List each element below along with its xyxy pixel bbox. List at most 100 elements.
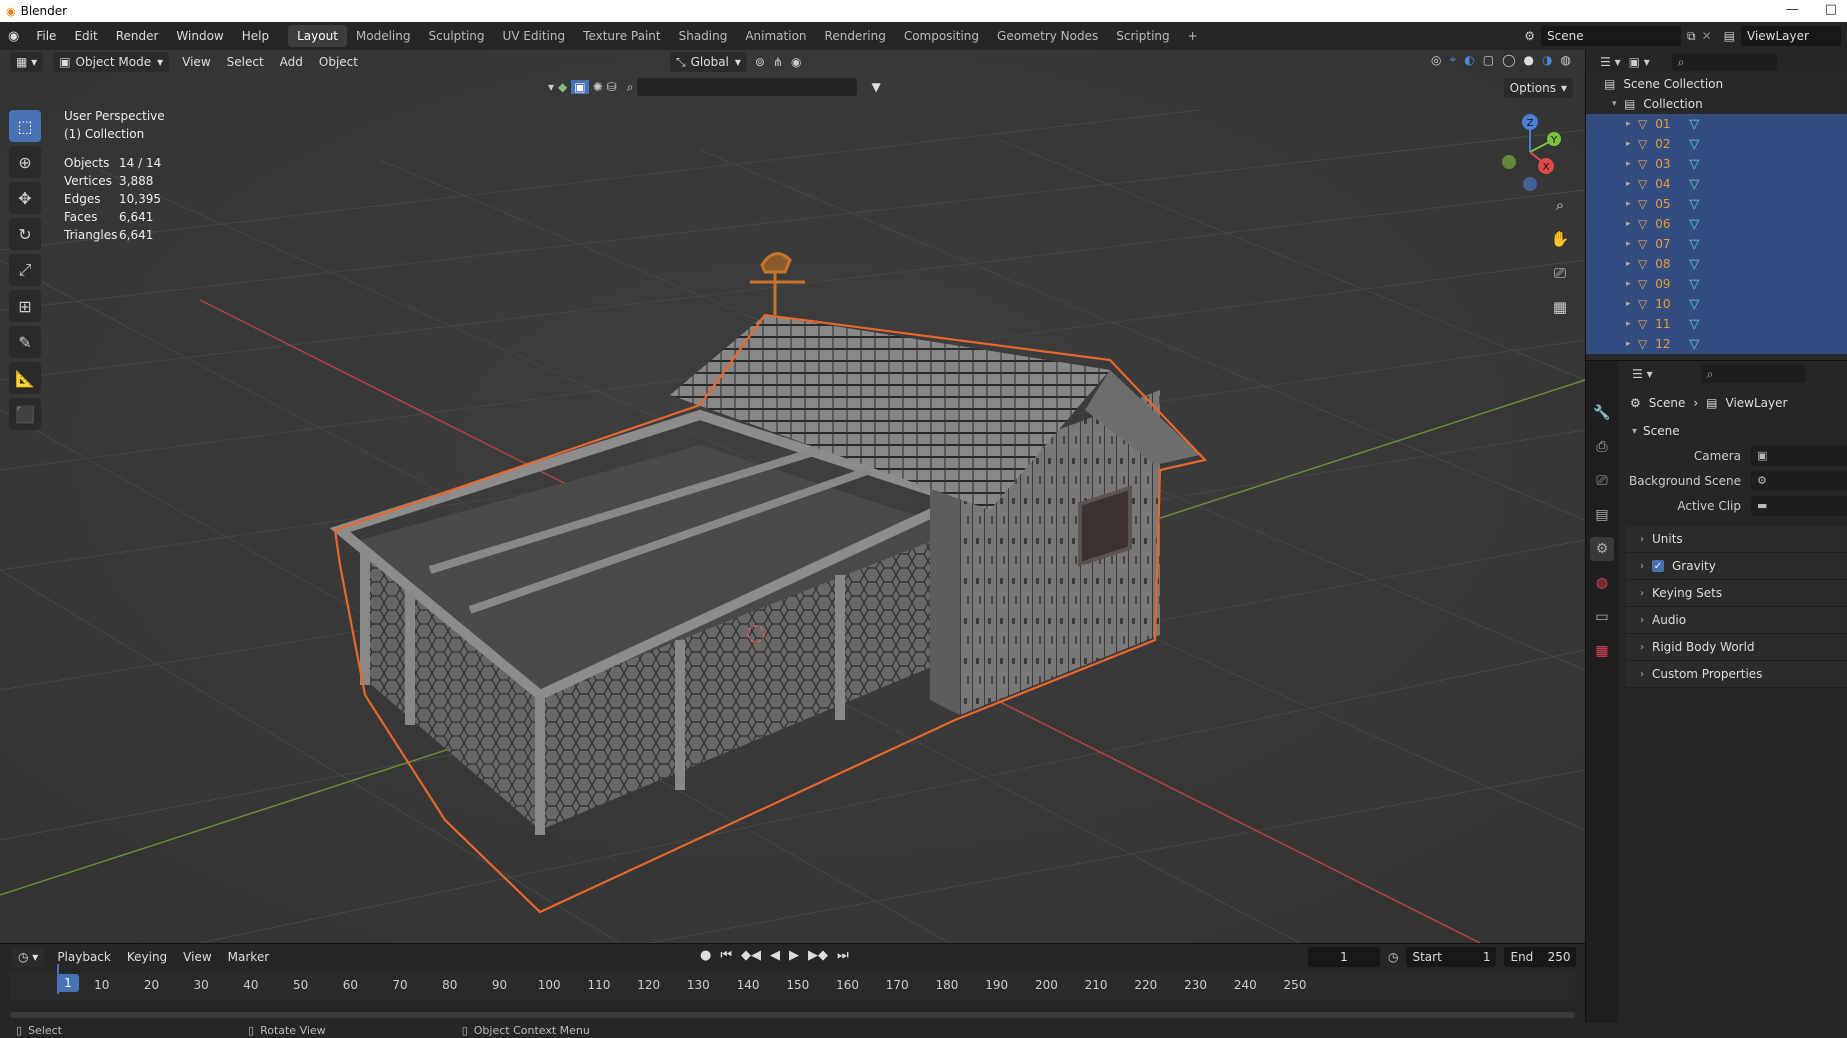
display-mode-icon[interactable]: ▣ ▾	[1629, 55, 1650, 69]
menu-add[interactable]: Add	[277, 55, 306, 69]
blender-menu-icon[interactable]: ◉	[0, 29, 27, 44]
ortho-grid-icon[interactable]: ▦	[1547, 294, 1573, 320]
outliner-object-row[interactable]: ▸ ▽ 04 ▽	[1586, 174, 1847, 194]
pan-hand-icon[interactable]: ✋	[1547, 226, 1573, 252]
snap-icon[interactable]: ⋔	[773, 55, 783, 69]
proportional-edit-icon[interactable]: ◉	[791, 55, 801, 69]
menu-help[interactable]: Help	[233, 29, 278, 43]
timeline-scrollbar[interactable]	[10, 1012, 1575, 1018]
menu-view[interactable]: View	[180, 950, 214, 964]
scene-tab-icon[interactable]: ⚙	[1590, 537, 1614, 561]
play-reverse-icon[interactable]: ◀	[770, 948, 780, 963]
render-tab-icon[interactable]: ⎙	[1590, 435, 1614, 459]
gravity-panel[interactable]: › ✓ Gravity	[1626, 553, 1847, 580]
tab-animation[interactable]: Animation	[736, 25, 815, 47]
select-box-tool-icon[interactable]: ⬚	[9, 110, 41, 142]
expand-icon[interactable]: ▸	[1626, 259, 1638, 269]
expand-icon[interactable]: ▸	[1626, 219, 1638, 229]
new-scene-icon[interactable]: ⧉	[1687, 29, 1696, 44]
menu-file[interactable]: File	[27, 29, 65, 43]
active-clip-field[interactable]: ▬	[1751, 495, 1847, 516]
delete-scene-icon[interactable]: ✕	[1702, 29, 1712, 43]
visibility-icon[interactable]: ◎	[1431, 53, 1441, 67]
select-mode-icon[interactable]: ▣	[571, 80, 589, 94]
current-frame-field[interactable]: 1	[1308, 947, 1380, 967]
units-panel[interactable]: › Units	[1626, 526, 1847, 553]
move-tool-icon[interactable]: ✥	[9, 182, 41, 214]
gizmo-icon[interactable]: ⌖	[1450, 52, 1457, 67]
outliner-object-row[interactable]: ▸ ▽ 07 ▽	[1586, 234, 1847, 254]
outliner-object-row[interactable]: ▸ ▽ 05 ▽	[1586, 194, 1847, 214]
menu-view[interactable]: View	[179, 55, 213, 69]
wireframe-shading-icon[interactable]: ◯	[1502, 53, 1515, 67]
expand-icon[interactable]: ▸	[1626, 159, 1638, 169]
menu-keying[interactable]: Keying	[124, 950, 170, 964]
expand-icon[interactable]: ▸	[1626, 239, 1638, 249]
transform-tool-icon[interactable]: ⊞	[9, 290, 41, 322]
rigid-body-world-panel[interactable]: › Rigid Body World	[1626, 634, 1847, 661]
options-button[interactable]: Options ▾	[1503, 78, 1573, 98]
world-tab-icon[interactable]: ◍	[1590, 571, 1614, 595]
outliner-object-row[interactable]: ▸ ▽ 01 ▽	[1586, 114, 1847, 134]
3d-viewport[interactable]: ▦ ▾ ▣ Object Mode ▾ View Select Add Obje…	[0, 50, 1585, 943]
camera-filter-icon[interactable]: ⛁	[607, 80, 617, 94]
outliner-object-row[interactable]: ▸ ▽ 08 ▽	[1586, 254, 1847, 274]
tab-geometry-nodes[interactable]: Geometry Nodes	[988, 25, 1107, 47]
measure-tool-icon[interactable]: 📐	[9, 362, 41, 394]
expand-icon[interactable]: ▸	[1626, 339, 1638, 349]
record-icon[interactable]: ●	[700, 948, 711, 963]
menu-object[interactable]: Object	[316, 55, 361, 69]
custom-properties-panel[interactable]: › Custom Properties	[1626, 661, 1847, 688]
mesh-filter-icon[interactable]: ◆	[558, 80, 567, 94]
tab-uv-editing[interactable]: UV Editing	[494, 25, 575, 47]
play-icon[interactable]: ▶	[789, 948, 799, 963]
expand-icon[interactable]: ▸	[1626, 279, 1638, 289]
tab-compositing[interactable]: Compositing	[895, 25, 988, 47]
camera-view-icon[interactable]: ⎚	[1547, 260, 1573, 286]
rendered-shading-icon[interactable]: ◍	[1561, 53, 1571, 67]
light-filter-icon[interactable]: ✺	[593, 80, 603, 94]
add-cube-tool-icon[interactable]: ⬛	[9, 398, 41, 430]
properties-search-input[interactable]: ⌕	[1700, 365, 1806, 383]
keying-sets-panel[interactable]: › Keying Sets	[1626, 580, 1847, 607]
solid-shading-icon[interactable]: ●	[1524, 53, 1534, 67]
outliner-object-row[interactable]: ▸ ▽ 12 ▽	[1586, 334, 1847, 354]
menu-edit[interactable]: Edit	[65, 29, 106, 43]
audio-panel[interactable]: › Audio	[1626, 607, 1847, 634]
tab-rendering[interactable]: Rendering	[816, 25, 895, 47]
collection-row[interactable]: ▾ ▤ Collection	[1586, 94, 1847, 114]
search-input[interactable]	[637, 78, 858, 96]
outliner-editor-icon[interactable]: ☰ ▾	[1600, 55, 1621, 69]
collection-tab-icon[interactable]: ▭	[1590, 605, 1614, 629]
prev-keyframe-icon[interactable]: ◆◀	[741, 948, 761, 963]
menu-playback[interactable]: Playback	[54, 950, 114, 964]
expand-icon[interactable]: ▸	[1626, 199, 1638, 209]
outliner-object-row[interactable]: ▸ ▽ 06 ▽	[1586, 214, 1847, 234]
jump-end-icon[interactable]: ⏭	[837, 948, 849, 963]
scene-icon[interactable]: ⚙	[1524, 29, 1535, 43]
timeline-editor-type[interactable]: ◷ ▾	[12, 947, 45, 967]
zoom-icon[interactable]: ⌕	[1547, 192, 1573, 218]
scale-tool-icon[interactable]: ⤢	[9, 254, 41, 286]
xray-icon[interactable]: ▢	[1483, 53, 1494, 67]
navigation-gizmo[interactable]: Z Y X	[1495, 112, 1565, 192]
expand-icon[interactable]: ▸	[1626, 119, 1638, 129]
expand-icon[interactable]: ▾	[1612, 99, 1624, 109]
clock-icon[interactable]: ◷	[1388, 950, 1398, 964]
transform-orientation[interactable]: ⤡ Global ▾	[670, 52, 747, 72]
scene-selector[interactable]: Scene	[1541, 26, 1682, 46]
expand-icon[interactable]: ▸	[1626, 299, 1638, 309]
annotate-tool-icon[interactable]: ✎	[9, 326, 41, 358]
overlay-icon[interactable]: ◐	[1464, 53, 1474, 67]
view-layer-selector[interactable]: ViewLayer	[1741, 26, 1841, 46]
outliner-object-row[interactable]: ▸ ▽ 11 ▽	[1586, 314, 1847, 334]
texture-tab-icon[interactable]: ▦	[1590, 639, 1614, 663]
menu-render[interactable]: Render	[107, 29, 168, 43]
outliner-search-input[interactable]: ⌕	[1671, 53, 1777, 71]
tab-shading[interactable]: Shading	[670, 25, 737, 47]
tab-texture-paint[interactable]: Texture Paint	[574, 25, 669, 47]
tab-scripting[interactable]: Scripting	[1107, 25, 1178, 47]
scene-collection-row[interactable]: ▤ Scene Collection	[1586, 74, 1847, 94]
frame-ruler[interactable]: 1 11020304050607080901001101201301401501…	[10, 972, 1575, 1000]
tab-modeling[interactable]: Modeling	[347, 25, 420, 47]
